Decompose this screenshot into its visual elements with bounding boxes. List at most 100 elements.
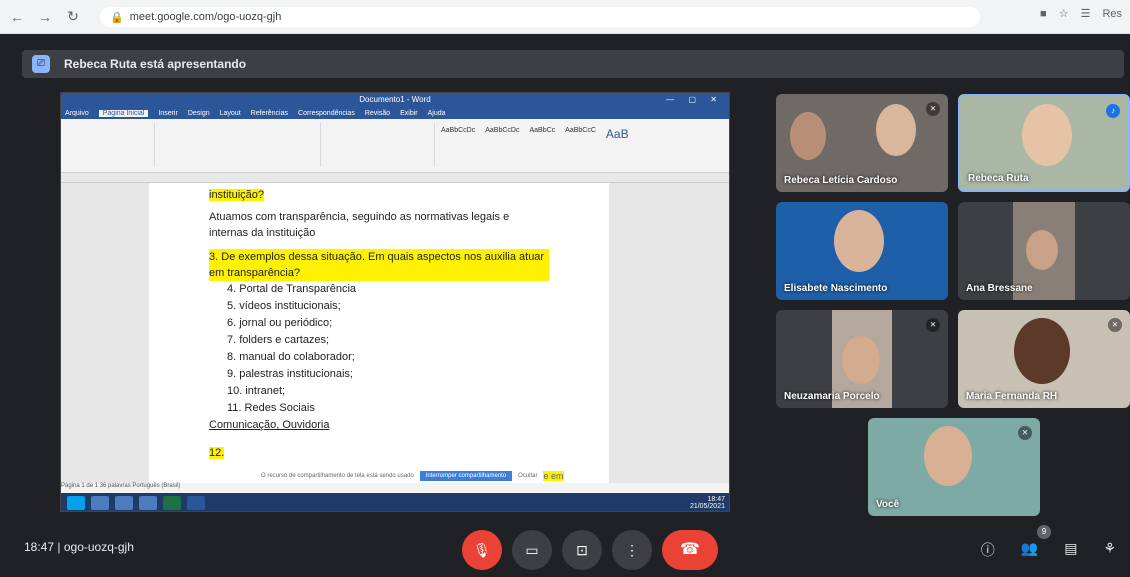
styles-gallery[interactable]: AaBbCcDc AaBbCcDc AaBbCc AaBbCcC AaB — [441, 127, 629, 141]
mic-off-icon: ⨯ — [926, 318, 940, 332]
chat-icon[interactable]: ▤ — [1064, 540, 1077, 560]
excel-icon[interactable] — [163, 496, 181, 510]
list-item: 4. Portal de Transparência — [227, 283, 357, 295]
participant-tile[interactable]: Elisabete Nascimento — [776, 202, 948, 300]
mic-off-icon[interactable]: 🎙 — [462, 530, 502, 570]
ruler — [61, 173, 729, 183]
list-item: 9. palestras institucionais; — [227, 368, 353, 380]
answer-list: 4. Portal de Transparência 5. vídeos ins… — [227, 281, 549, 417]
list-item: 5. vídeos institucionais; — [227, 300, 341, 312]
tab-referencias[interactable]: Referências — [251, 110, 288, 117]
style-heading1[interactable]: AaBbCc — [529, 127, 555, 141]
participant-name: Você — [876, 499, 900, 510]
font-group[interactable] — [161, 123, 321, 167]
participant-tile[interactable]: ⨯ Maria Fernanda RH — [958, 310, 1130, 408]
taskbar-clock: 18:47 21/05/2021 — [690, 496, 725, 510]
people-icon[interactable]: 👥 — [1021, 540, 1038, 560]
list-item: 11. Redes Sociais — [227, 402, 315, 414]
chrome-icon[interactable] — [139, 496, 157, 510]
tab-design[interactable]: Design — [188, 110, 210, 117]
activities-icon[interactable]: ⚘ — [1103, 540, 1116, 560]
ribbon: AaBbCcDc AaBbCcDc AaBbCc AaBbCcC AaB — [61, 119, 729, 173]
hide-button[interactable]: Ocultar — [518, 473, 537, 479]
presenting-text: Rebeca Ruta está apresentando — [64, 57, 247, 71]
tab-correspondencias[interactable]: Correspondências — [298, 110, 355, 117]
clipboard-group[interactable] — [65, 123, 155, 167]
participant-video — [876, 104, 916, 156]
ribbon-tabs: Arquivo Página Inicial Inserir Design La… — [61, 107, 729, 119]
mic-off-icon: ⨯ — [1108, 318, 1122, 332]
tab-inserir[interactable]: Inserir — [158, 110, 177, 117]
question-3: 3. De exemplos dessa situação. Em quais … — [209, 249, 549, 281]
forward-icon[interactable]: → — [34, 9, 56, 25]
presenting-banner: ⎚ Rebeca Ruta está apresentando — [22, 50, 1124, 78]
camera-icon[interactable]: ▭ — [512, 530, 552, 570]
extension-icon[interactable]: ■ — [1040, 8, 1047, 20]
style-no-spacing[interactable]: AaBbCcDc — [485, 127, 519, 141]
self-view-tile[interactable]: ⨯ Você — [868, 418, 1040, 516]
browser-icon[interactable] — [115, 496, 133, 510]
browser-toolbar: ← → ↻ 🔒 meet.google.com/ogo-uozq-gjh ■ ☆… — [0, 0, 1130, 34]
window-controls[interactable]: — ▢ ✕ — [666, 93, 723, 107]
question-3-number: 3. — [209, 251, 219, 263]
participant-video — [1022, 104, 1072, 166]
participant-tile[interactable]: ⨯ Rebeca Letícia Cardoso — [776, 94, 948, 192]
speaking-icon: ♪ — [1106, 104, 1120, 118]
participant-video — [924, 426, 972, 486]
participant-tile-speaking[interactable]: ♪ Rebeca Ruta — [958, 94, 1130, 192]
back-icon[interactable]: ← — [6, 9, 28, 25]
resume-button[interactable]: Res — [1102, 8, 1122, 20]
presentation-icon: ⎚ — [32, 55, 50, 73]
present-icon[interactable]: ⊡ — [562, 530, 602, 570]
stop-sharing-button[interactable]: Interromper compartilhamento — [419, 471, 513, 481]
tab-pagina-inicial[interactable]: Página Inicial — [98, 109, 149, 117]
word-icon[interactable] — [187, 496, 205, 510]
document-page[interactable]: instituição? Atuamos com transparência, … — [149, 183, 609, 483]
info-icon[interactable]: ⓘ — [981, 540, 995, 560]
separator: | — [57, 540, 61, 554]
taskbar-date: 21/05/2021 — [689, 503, 725, 510]
tab-layout[interactable]: Layout — [220, 110, 241, 117]
end-call-icon[interactable]: ☎ — [662, 530, 718, 570]
meeting-info: 18:47 | ogo-uozq-gjh — [24, 540, 134, 554]
list-item: 6. jornal ou periódico; — [227, 317, 333, 329]
paragraph-group[interactable] — [325, 123, 435, 167]
participant-tile[interactable]: ⨯ Neuzamaria Porcelo — [776, 310, 948, 408]
tab-ajuda[interactable]: Ajuda — [428, 110, 446, 117]
mic-off-icon: ⨯ — [926, 102, 940, 116]
bookmark-star-icon[interactable]: ☆ — [1059, 7, 1069, 20]
style-title[interactable]: AaB — [606, 127, 629, 141]
word-title-bar: Documento1 - Word — ▢ ✕ — [61, 93, 729, 107]
style-normal[interactable]: AaBbCcDc — [441, 127, 475, 141]
reload-icon[interactable]: ↻ — [62, 8, 84, 25]
start-icon[interactable] — [67, 496, 85, 510]
menu-icon[interactable]: ☰ — [1081, 7, 1091, 20]
windows-taskbar: 18:47 21/05/2021 — [61, 493, 729, 511]
sharing-text: O recurso de compartilhamento de tela es… — [261, 473, 414, 479]
sharing-notification: O recurso de compartilhamento de tela es… — [261, 469, 564, 483]
participant-name: Rebeca Ruta — [968, 173, 1029, 184]
mic-off-icon: ⨯ — [1018, 426, 1032, 440]
participant-name: Rebeca Letícia Cardoso — [784, 175, 898, 186]
address-bar[interactable]: 🔒 meet.google.com/ogo-uozq-gjh — [100, 7, 980, 27]
participant-tile[interactable]: Ana Bressane — [958, 202, 1130, 300]
tab-arquivo[interactable]: Arquivo — [65, 110, 89, 117]
question-3-text: De exemplos dessa situação. Em quais asp… — [209, 251, 545, 279]
meeting-code: ogo-uozq-gjh — [63, 540, 134, 554]
taskbar-time: 18:47 — [707, 496, 725, 503]
list-item: 10. intranet; — [227, 385, 286, 397]
participant-video — [1014, 318, 1070, 384]
word-title: Documento1 - Word — [359, 95, 431, 104]
participant-face — [1026, 230, 1058, 270]
tab-exibir[interactable]: Exibir — [400, 110, 418, 117]
list-item: 8. manual do colaborador; — [227, 351, 355, 363]
url-text: meet.google.com/ogo-uozq-gjh — [129, 11, 282, 23]
participant-name: Neuzamaria Porcelo — [784, 391, 880, 402]
style-heading2[interactable]: AaBbCcC — [565, 127, 596, 141]
more-icon[interactable]: ⋮ — [612, 530, 652, 570]
explorer-icon[interactable] — [91, 496, 109, 510]
people-count-badge: 9 — [1037, 525, 1051, 539]
answer-text: Atuamos com transparência, seguindo as n… — [209, 211, 510, 239]
tab-revisao[interactable]: Revisão — [365, 110, 390, 117]
shared-screen: Documento1 - Word — ▢ ✕ Arquivo Página I… — [60, 92, 730, 512]
